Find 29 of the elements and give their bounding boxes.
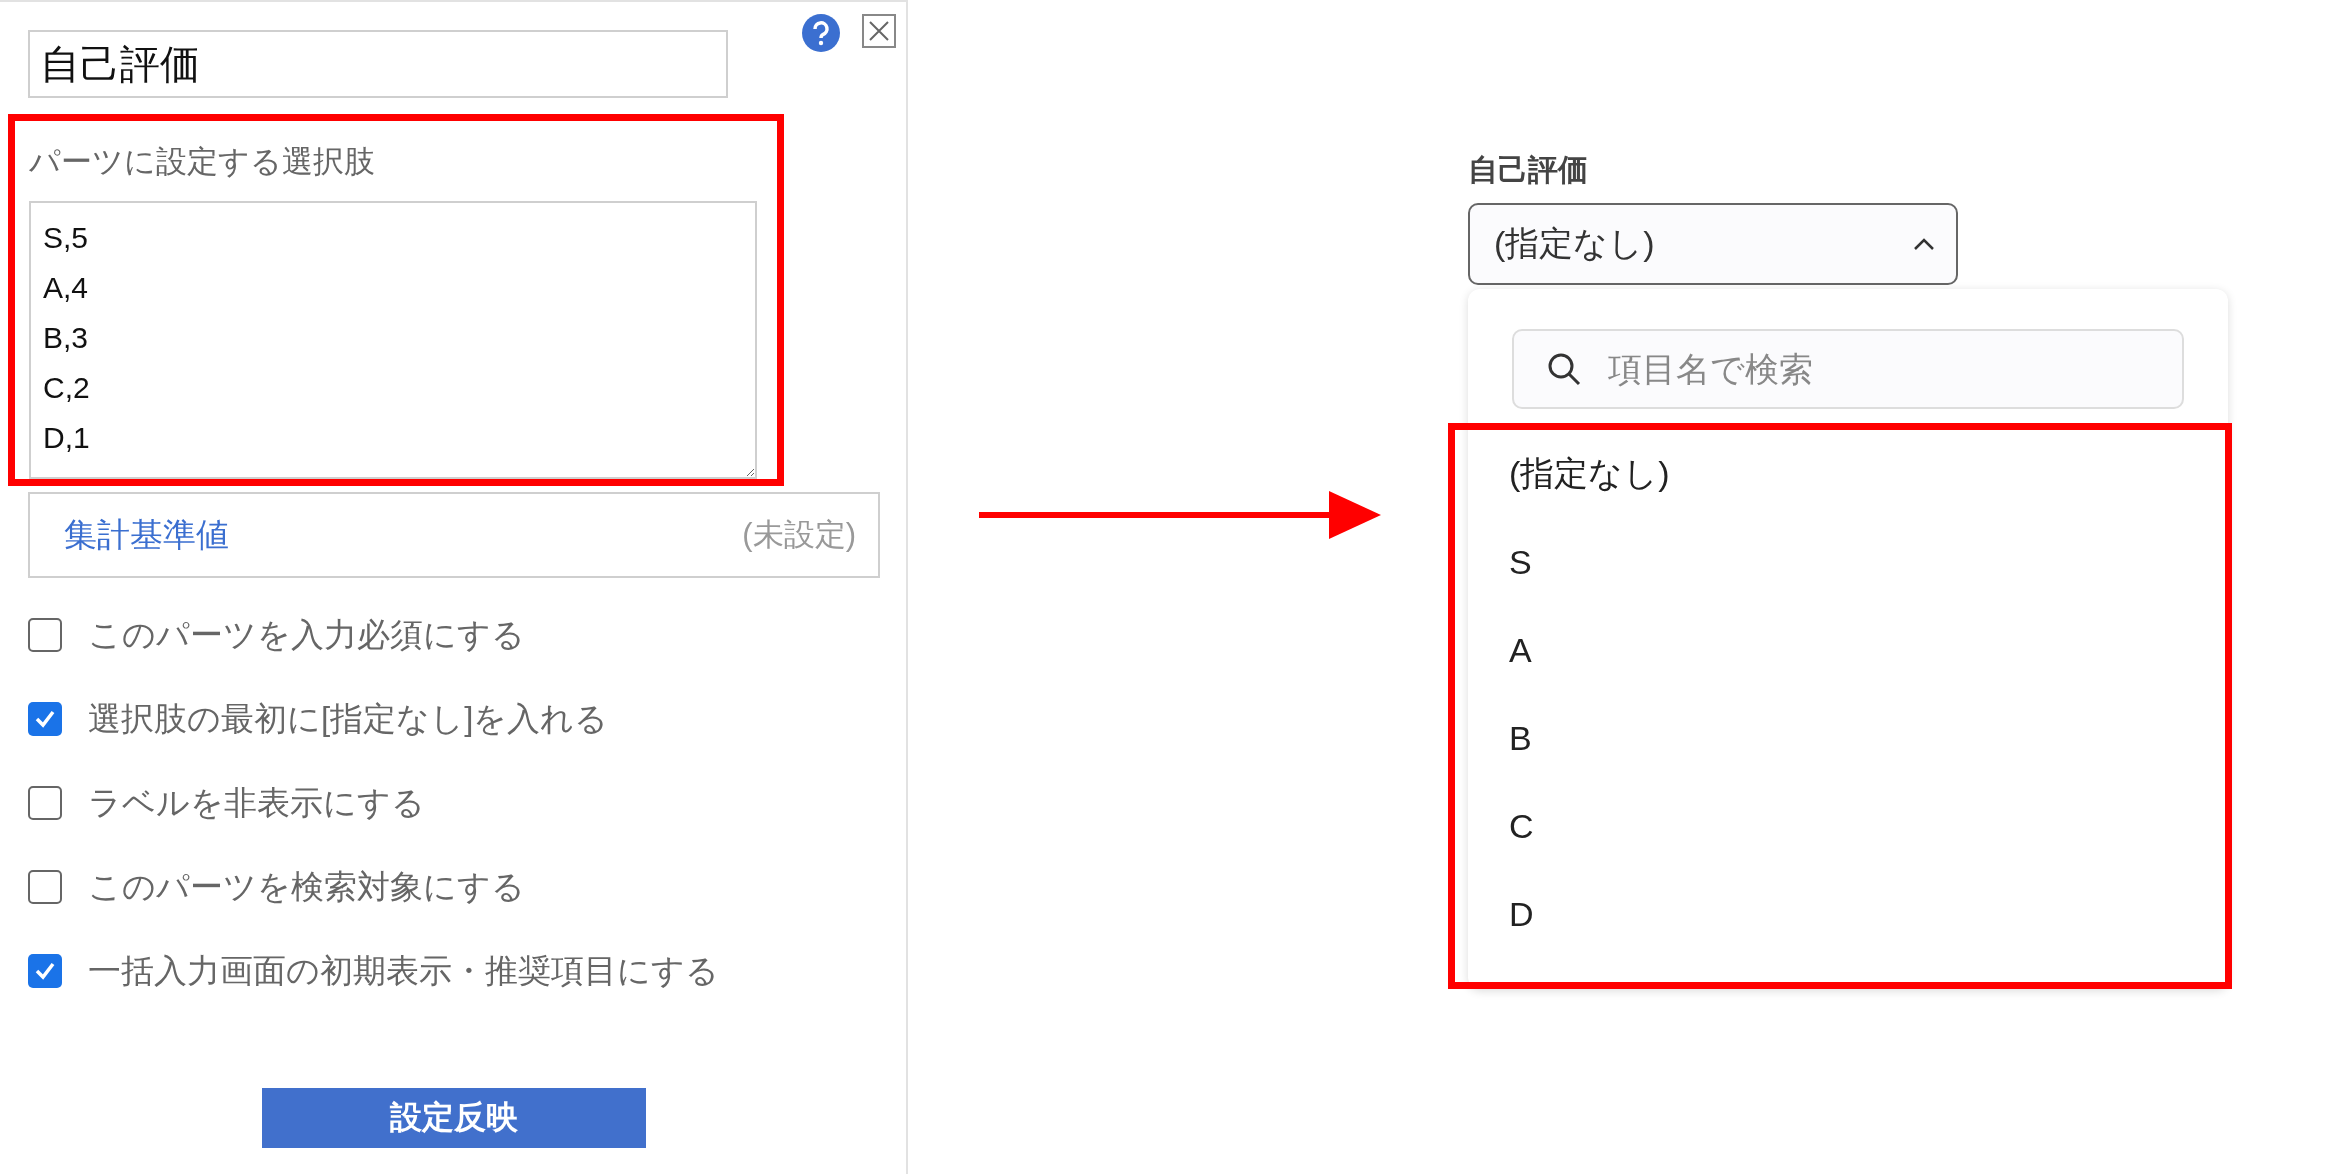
apply-button[interactable]: 設定反映 [262, 1088, 646, 1148]
checkbox[interactable] [28, 954, 62, 988]
checkbox[interactable] [28, 870, 62, 904]
checkbox-label: 一括入力画面の初期表示・推奨項目にする [88, 950, 719, 991]
field-label: 自己評価 [1468, 152, 1589, 188]
dropdown-option[interactable]: C [1509, 806, 1534, 846]
checkbox-label: 選択肢の最初に[指定なし]を入れる [88, 698, 609, 739]
checkbox-label: ラベルを非表示にする [88, 782, 425, 823]
field-label: パーツに設定する選択肢 [29, 143, 376, 181]
dropdown-option[interactable]: (指定なし) [1509, 451, 1670, 497]
choices-field[interactable]: S,5 A,4 B,3 C,2 D,1 [29, 201, 757, 479]
checkbox-label: このパーツを入力必須にする [88, 614, 525, 655]
checkbox-label: このパーツを検索対象にする [88, 866, 525, 907]
dropdown-option[interactable]: A [1509, 630, 1532, 670]
search-field[interactable]: 項目名で検索 [1512, 329, 2184, 409]
title-field[interactable]: 自己評価 [28, 30, 728, 98]
checkbox[interactable] [28, 618, 62, 652]
checkbox[interactable] [28, 702, 62, 736]
dropdown-option[interactable]: D [1509, 894, 1534, 934]
close-icon[interactable] [862, 14, 896, 48]
select-field[interactable]: (指定なし) [1468, 203, 1958, 285]
search-icon [1546, 351, 1582, 387]
help-icon[interactable] [802, 14, 840, 52]
caret-icon [1912, 236, 1936, 252]
aggregate-value: (未設定) [742, 516, 856, 554]
dropdown-option[interactable]: B [1509, 718, 1532, 758]
aggregate-link[interactable]: 集計基準値 [64, 512, 229, 558]
checkbox[interactable] [28, 786, 62, 820]
dropdown-option[interactable]: S [1509, 542, 1532, 582]
